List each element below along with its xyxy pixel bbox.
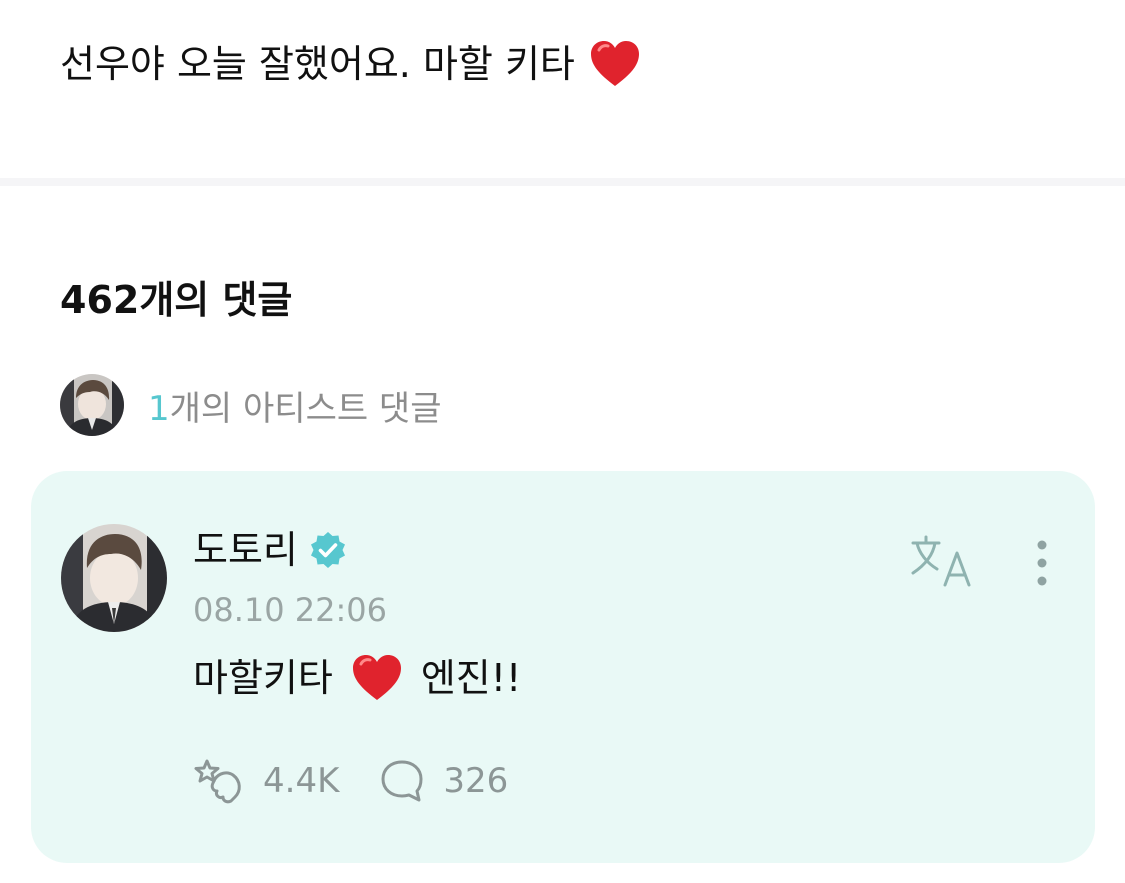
comment-body: 마할키타 엔진!!: [193, 647, 521, 709]
comment-text-end: 엔진!!: [420, 656, 522, 700]
comment-actions: 4.4K 326: [193, 757, 508, 805]
comment-timestamp: 08.10 22:06: [193, 591, 387, 629]
post-body: 선우야 오늘 잘했어요. 마할 키타: [60, 36, 641, 92]
artist-comment-count: 1: [148, 388, 170, 429]
comment-text-start: 마할키타: [193, 656, 333, 700]
more-options-icon[interactable]: [1027, 537, 1057, 589]
cheer-button[interactable]: 4.4K: [193, 757, 339, 805]
author-avatar-image: [61, 524, 167, 632]
artist-comment-text: 개의 아티스트 댓글: [169, 388, 442, 429]
comments-count-heading: 462개의 댓글: [60, 278, 293, 322]
heart-emoji-icon: [352, 655, 401, 700]
comment-author-avatar[interactable]: [61, 524, 167, 632]
reply-count: 326: [443, 761, 509, 801]
heart-emoji-icon: [590, 41, 639, 86]
artist-avatar: [60, 374, 124, 436]
reply-button[interactable]: 326: [379, 758, 508, 804]
post-text: 선우야 오늘 잘했어요. 마할 키타: [60, 42, 575, 86]
artist-comment-card: 도토리 08.10 22:06 마할키타 엔진!! 4.4K 326: [31, 471, 1095, 863]
section-divider: [0, 178, 1125, 186]
artist-comments-filter[interactable]: 1개의 아티스트 댓글: [60, 374, 442, 436]
artist-avatar-image: [60, 374, 124, 436]
artist-comments-label: 1개의 아티스트 댓글: [148, 381, 442, 430]
comment-author: 도토리: [193, 523, 348, 577]
cheer-count: 4.4K: [263, 761, 340, 801]
translate-icon[interactable]: [911, 535, 973, 587]
cheer-like-icon: [194, 759, 241, 804]
comment-author-name[interactable]: 도토리: [193, 523, 298, 577]
verified-badge-icon: [310, 532, 345, 568]
reply-bubble-icon: [381, 760, 423, 802]
